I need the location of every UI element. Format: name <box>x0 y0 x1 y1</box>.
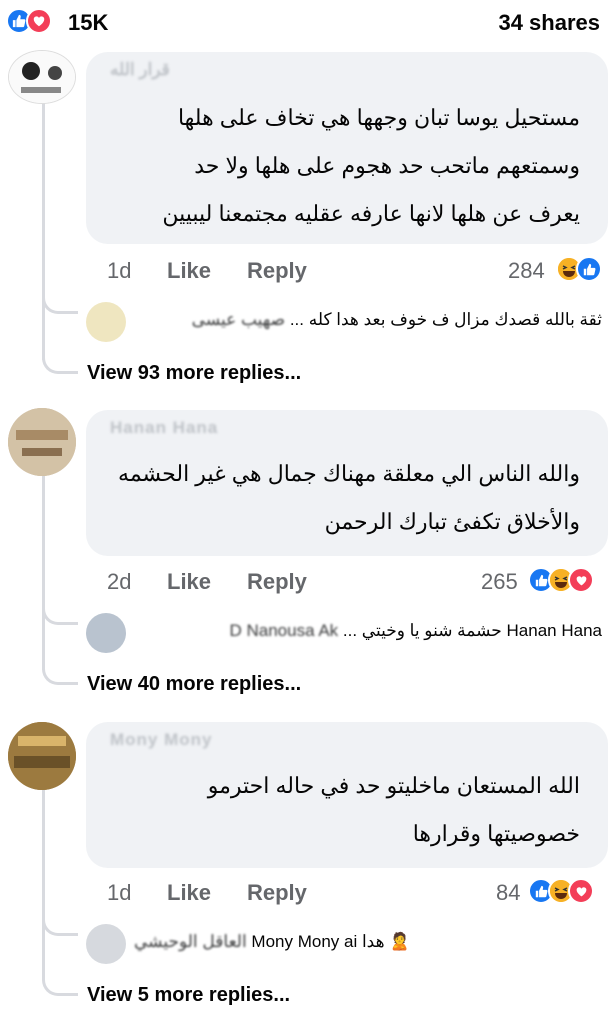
reply-preview[interactable]: العاقل الوحيشي Mony Mony ai هدا 🙎 <box>86 924 608 964</box>
reply-preview-message: Hanan Hana حشمة شنو يا وخيتي ... <box>342 621 602 640</box>
comment-reaction-count[interactable]: 284 <box>508 258 545 284</box>
reply-avatar[interactable] <box>86 302 126 342</box>
comment-reaction-icons[interactable] <box>528 878 594 904</box>
comment-line: وسمتعهم ماتحب حد هجوم على هلها ولا حد <box>194 153 580 178</box>
avatar[interactable] <box>8 408 76 476</box>
reply-button[interactable]: Reply <box>247 569 307 595</box>
love-icon <box>568 878 594 904</box>
view-more-replies-link[interactable]: View 93 more replies... <box>87 362 301 385</box>
comment-author[interactable]: Mony Mony <box>110 730 213 750</box>
comment-reaction-icons[interactable] <box>528 567 594 593</box>
reply-preview-author[interactable]: D Nanousa Ak <box>229 621 338 640</box>
comment-reaction-count[interactable]: 84 <box>496 880 520 906</box>
comment-line: مستحيل يوسا تبان وجهها هي تخاف على هلها <box>177 105 580 130</box>
comment-time[interactable]: 1d <box>107 258 131 284</box>
reply-button[interactable]: Reply <box>247 258 307 284</box>
like-button[interactable]: Like <box>167 569 211 595</box>
view-more-connector <box>42 978 78 996</box>
view-more-connector <box>42 667 78 685</box>
comment-line: الله المستعان ماخليتو حد في حاله احترمو <box>207 773 580 798</box>
reply-preview-message: Mony Mony ai هدا <box>251 932 385 951</box>
reply-connector <box>42 918 78 936</box>
view-more-replies-link[interactable]: View 40 more replies... <box>87 673 301 696</box>
comment-time[interactable]: 1d <box>107 880 131 906</box>
reply-avatar[interactable] <box>86 924 126 964</box>
comment-author[interactable]: Hanan Hana <box>110 418 218 438</box>
comment-bubble[interactable]: قرار الله مستحيل يوسا تبان وجهها هي تخاف… <box>86 52 608 244</box>
reply-button[interactable]: Reply <box>247 880 307 906</box>
view-more-replies-link[interactable]: View 5 more replies... <box>87 984 290 1007</box>
like-icon <box>576 256 602 282</box>
comment-line: يعرف عن هلها لانها عارفه عقليه مجتمعنا ل… <box>162 201 580 226</box>
comment-line: والله الناس الي معلقة مهناك جمال هي غير … <box>118 461 580 486</box>
love-icon <box>568 567 594 593</box>
reply-preview[interactable]: ثقة بالله قصدك مزال ف خوف بعد هدا كله ..… <box>86 302 608 342</box>
person-emoji-icon: 🙎 <box>389 932 411 951</box>
comment-reaction-icons[interactable] <box>556 256 602 282</box>
like-button[interactable]: Like <box>167 258 211 284</box>
thread-line <box>42 100 45 360</box>
comment-text: الله المستعان ماخليتو حد في حاله احترمو … <box>208 762 580 858</box>
reply-preview-message: ثقة بالله قصدك مزال ف خوف بعد هدا كله ..… <box>289 310 602 329</box>
reply-preview-text: العاقل الوحيشي Mony Mony ai هدا 🙎 <box>134 932 410 952</box>
comment-author[interactable]: قرار الله <box>110 60 170 80</box>
reply-avatar[interactable] <box>86 613 126 653</box>
comment-line: والأخلاق تكفئ تبارك الرحمن <box>324 509 580 534</box>
comment-bubble[interactable]: Hanan Hana والله الناس الي معلقة مهناك ج… <box>86 410 608 556</box>
avatar[interactable] <box>8 50 76 104</box>
like-button[interactable]: Like <box>167 880 211 906</box>
thread-line <box>42 790 45 980</box>
reaction-summary-icons[interactable] <box>6 8 52 34</box>
reply-preview-author[interactable]: العاقل الوحيشي <box>134 932 247 951</box>
avatar[interactable] <box>8 722 76 790</box>
reply-connector <box>42 296 78 314</box>
comment-reaction-count[interactable]: 265 <box>481 569 518 595</box>
love-icon <box>26 8 52 34</box>
comment-text: والله الناس الي معلقة مهناك جمال هي غير … <box>104 450 580 546</box>
reply-preview[interactable]: Hanan Hana حشمة شنو يا وخيتي ... D Nanou… <box>86 613 608 653</box>
reaction-count[interactable]: 15K <box>68 10 108 36</box>
reply-preview-text: ثقة بالله قصدك مزال ف خوف بعد هدا كله ..… <box>192 310 602 330</box>
reply-preview-text: Hanan Hana حشمة شنو يا وخيتي ... D Nanou… <box>229 621 602 641</box>
shares-count[interactable]: 34 shares <box>498 10 600 36</box>
thread-line <box>42 470 45 670</box>
reply-connector <box>42 607 78 625</box>
reply-preview-author[interactable]: صهيب عيسى <box>192 310 285 329</box>
comment-text: مستحيل يوسا تبان وجهها هي تخاف على هلها … <box>104 94 580 238</box>
comment-line: خصوصيتها وقرارها <box>412 821 580 846</box>
view-more-connector <box>42 356 78 374</box>
post-stats-bar: 15K 34 shares <box>0 0 610 46</box>
comment-time[interactable]: 2d <box>107 569 131 595</box>
comment-bubble[interactable]: Mony Mony الله المستعان ماخليتو حد في حا… <box>86 722 608 868</box>
